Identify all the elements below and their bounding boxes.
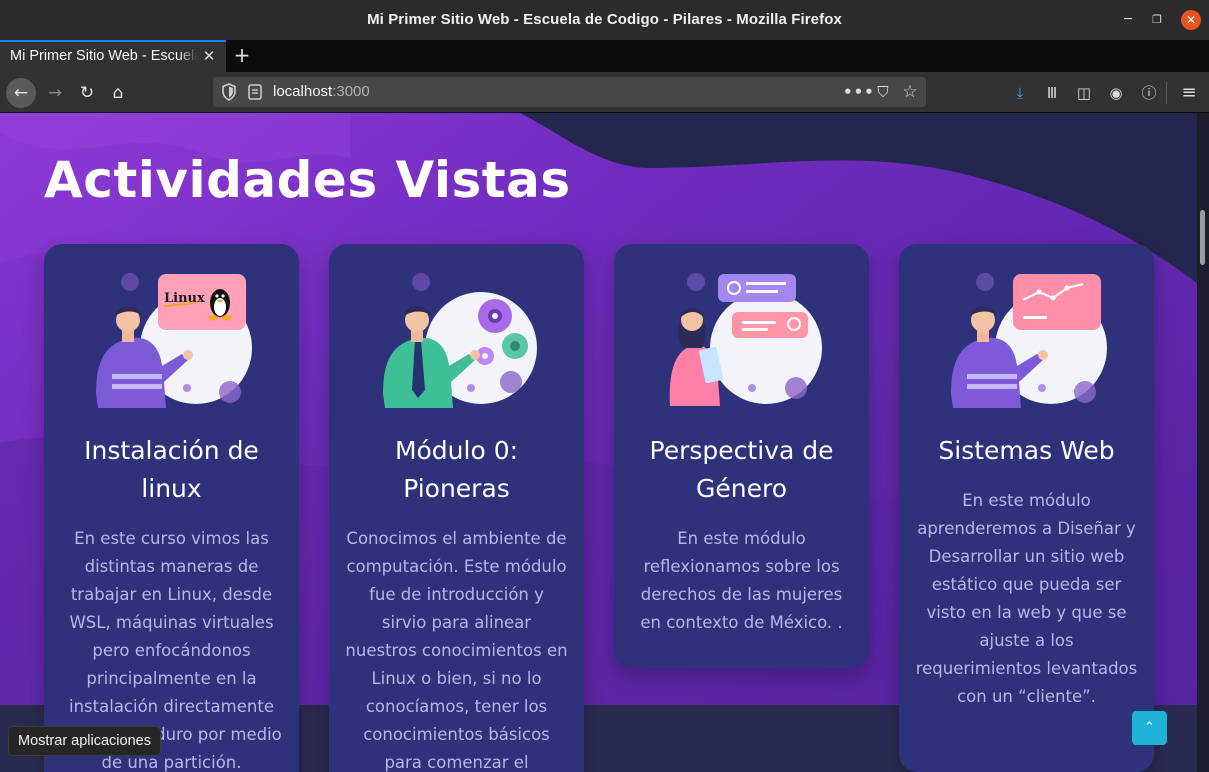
card-title-line1: Perspectiva de <box>649 436 834 465</box>
linux-illustration: Linux <box>96 273 252 408</box>
maximize-icon[interactable]: ❐ <box>1147 10 1167 30</box>
activity-card-modulo-0: Módulo 0: Pioneras Conocimos el ambiente … <box>329 244 584 772</box>
library-icon[interactable]: Ⅲ <box>1040 81 1064 105</box>
gears-illustration <box>383 273 537 408</box>
window-titlebar: Mi Primer Sitio Web - Escuela de Codigo … <box>0 0 1209 40</box>
card-title-line1: Módulo 0: <box>394 436 519 465</box>
hamburger-menu-icon[interactable]: ≡ <box>1177 81 1201 105</box>
address-bar[interactable]: localhost:3000 ••• ⛉ ☆ <box>213 77 926 107</box>
tab-close-icon[interactable]: ✕ <box>201 47 217 65</box>
home-icon[interactable]: ⌂ <box>103 78 133 108</box>
page-actions-icon[interactable]: ••• <box>843 81 874 103</box>
page-info-icon[interactable] <box>247 83 263 101</box>
card-title: Módulo 0: Pioneras <box>341 432 572 508</box>
tab-active[interactable]: Mi Primer Sitio Web - Escuela de Codigo … <box>0 40 226 72</box>
activity-card-linux: Linux Instalación de linux En este curso … <box>44 244 299 772</box>
reload-icon[interactable]: ↻ <box>72 78 102 108</box>
show-applications-tooltip: Mostrar aplicaciones <box>8 726 161 756</box>
scrollbar-thumb[interactable] <box>1200 210 1205 265</box>
pocket-icon[interactable]: ⛉ <box>872 81 894 103</box>
card-description: En este módulo reflexionamos sobre los d… <box>640 529 843 632</box>
card-description: En este módulo aprenderemos a Diseñar y … <box>915 491 1138 706</box>
url-port: :3000 <box>332 83 370 100</box>
chat-illustration <box>669 273 822 406</box>
card-title: Sistemas Web <box>911 432 1142 470</box>
window-title: Mi Primer Sitio Web - Escuela de Codigo … <box>367 11 842 28</box>
minimize-icon[interactable]: ─ <box>1118 10 1138 30</box>
web-chart-illustration <box>951 273 1107 408</box>
card-title-line1: Sistemas Web <box>938 436 1115 465</box>
tab-strip: Mi Primer Sitio Web - Escuela de Codigo … <box>0 40 1209 72</box>
url-host: localhost <box>273 83 333 100</box>
download-icon[interactable]: ⤓ <box>1008 81 1032 105</box>
page-scrollbar[interactable] <box>1197 113 1209 772</box>
card-title-line1: Instalación de <box>84 436 259 465</box>
navigation-toolbar: ← → ↻ ⌂ localhost:3000 ••• ⛉ ☆ ⤓ Ⅲ ◫ ◉ ⓘ… <box>0 72 1209 113</box>
new-tab-icon[interactable]: + <box>231 44 253 66</box>
info-icon[interactable]: ⓘ <box>1137 81 1161 105</box>
page-viewport: Actividades Vistas Linux Instalación de … <box>0 113 1197 772</box>
forward-arrow-icon[interactable]: → <box>40 78 70 108</box>
card-title-line2: Pioneras <box>403 474 510 503</box>
back-to-top-button[interactable]: ⌃ <box>1132 711 1167 745</box>
card-description: Conocimos el ambiente de computación. Es… <box>345 529 568 772</box>
activity-card-perspectiva-genero: Perspectiva de Género En este módulo refl… <box>614 244 869 668</box>
toolbar-separator <box>1166 82 1167 104</box>
card-title: Instalación de linux <box>56 432 287 508</box>
page-title: Actividades Vistas <box>44 151 571 209</box>
card-title-line2: Género <box>695 474 787 503</box>
tab-label: Mi Primer Sitio Web - Escuela de Codigo … <box>10 48 198 64</box>
back-arrow-icon[interactable]: ← <box>6 78 36 108</box>
sidebar-icon[interactable]: ◫ <box>1072 81 1096 105</box>
card-title-line2: linux <box>141 474 202 503</box>
card-title: Perspectiva de Género <box>626 432 857 508</box>
tracking-shield-icon[interactable] <box>221 83 237 101</box>
account-icon[interactable]: ◉ <box>1104 81 1128 105</box>
url-text[interactable]: localhost:3000 <box>273 83 370 100</box>
close-window-icon[interactable]: ✕ <box>1181 10 1201 30</box>
activity-card-sistemas-web: Sistemas Web En este módulo aprenderemos… <box>899 244 1154 772</box>
bookmark-star-icon[interactable]: ☆ <box>899 81 921 103</box>
